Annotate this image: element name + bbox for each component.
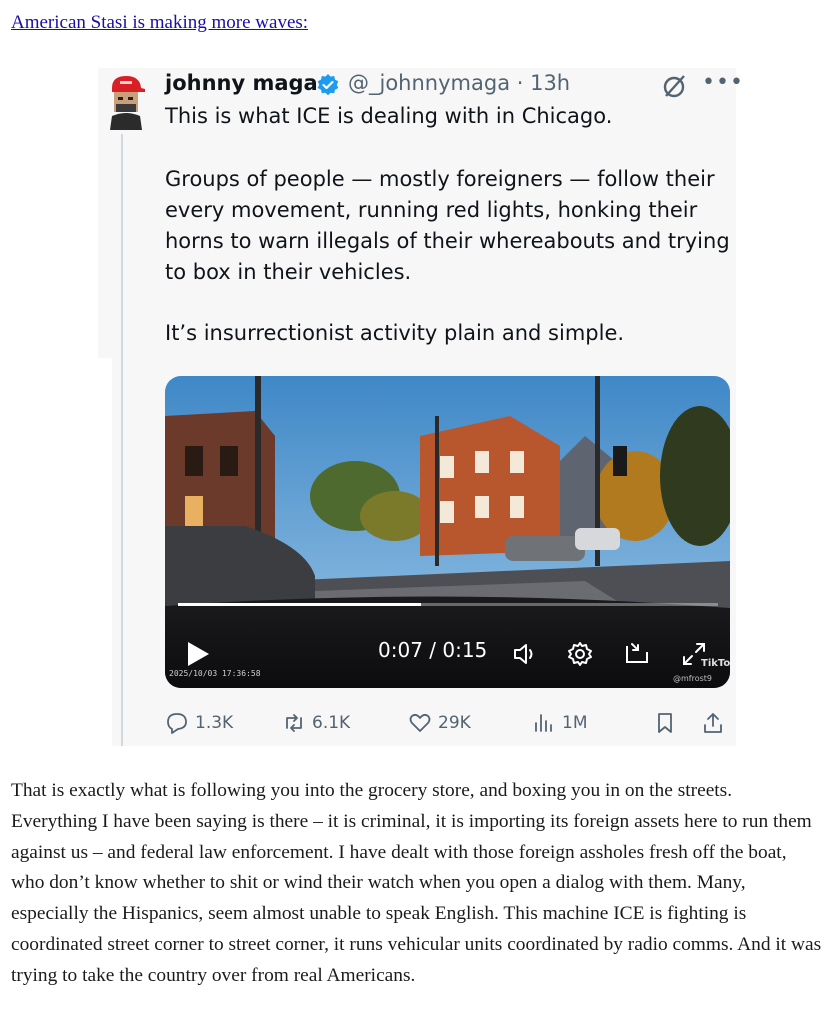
share-button[interactable] bbox=[701, 708, 725, 738]
tweet-gutter bbox=[98, 358, 112, 758]
views-button[interactable]: 1M bbox=[532, 708, 587, 738]
verified-badge-icon bbox=[317, 74, 339, 96]
views-count: 1M bbox=[562, 713, 588, 733]
tiktok-watermark-user: @mfrost9 bbox=[673, 674, 713, 683]
share-icon bbox=[704, 713, 722, 733]
more-options-icon[interactable]: ••• bbox=[702, 70, 744, 95]
repost-icon bbox=[286, 714, 302, 732]
reply-count: 1.3K bbox=[195, 713, 234, 733]
tweet-text-paragraph-2: Groups of people — mostly foreigners — f… bbox=[165, 167, 730, 284]
dashcam-timestamp: 2025/10/03 17:36:58 bbox=[169, 669, 261, 678]
repost-button[interactable]: 6.1K bbox=[282, 708, 350, 738]
views-chart-icon bbox=[535, 714, 552, 732]
bookmark-icon bbox=[658, 713, 672, 733]
tweet-text-line-1: This is what ICE is dealing with in Chic… bbox=[165, 104, 613, 128]
heart-icon bbox=[409, 713, 431, 732]
settings-gear-icon[interactable] bbox=[566, 640, 594, 668]
video-time: 0:07 / 0:15 bbox=[378, 638, 488, 662]
reply-icon bbox=[167, 713, 187, 734]
article-paragraph: That is exactly what is following you in… bbox=[11, 780, 822, 986]
tweet-author-name[interactable]: johnny maga bbox=[165, 71, 318, 95]
dock-video-icon[interactable] bbox=[623, 640, 651, 668]
tweet-text-paragraph-3: It’s insurrectionist activity plain and … bbox=[165, 321, 625, 345]
grok-icon[interactable] bbox=[660, 73, 688, 101]
reply-button[interactable]: 1.3K bbox=[165, 708, 233, 738]
video-progress-fill bbox=[178, 603, 421, 606]
play-icon[interactable] bbox=[185, 640, 211, 668]
embedded-tweet: johnny maga @_johnnymaga · 13h ••• This … bbox=[98, 68, 743, 758]
video-player[interactable]: 0:07 / 0:15 2025/10/03 17:36:58 TikTok @… bbox=[165, 376, 730, 688]
avatar[interactable] bbox=[104, 74, 148, 130]
tweet-actions-bar: 1.3K 6.1K 29K 1M bbox=[165, 708, 735, 738]
bookmark-button[interactable] bbox=[653, 708, 677, 738]
like-count: 29K bbox=[438, 713, 471, 733]
tiktok-watermark: TikTok bbox=[701, 658, 730, 669]
volume-icon[interactable] bbox=[511, 640, 539, 668]
repost-count: 6.1K bbox=[312, 713, 351, 733]
tweet-handle-time[interactable]: @_johnnymaga · 13h bbox=[348, 71, 570, 95]
like-button[interactable]: 29K bbox=[408, 708, 471, 738]
thread-line bbox=[121, 134, 123, 746]
intro-link[interactable]: American Stasi is making more waves: bbox=[11, 12, 308, 34]
video-progress-bar[interactable] bbox=[178, 603, 718, 606]
